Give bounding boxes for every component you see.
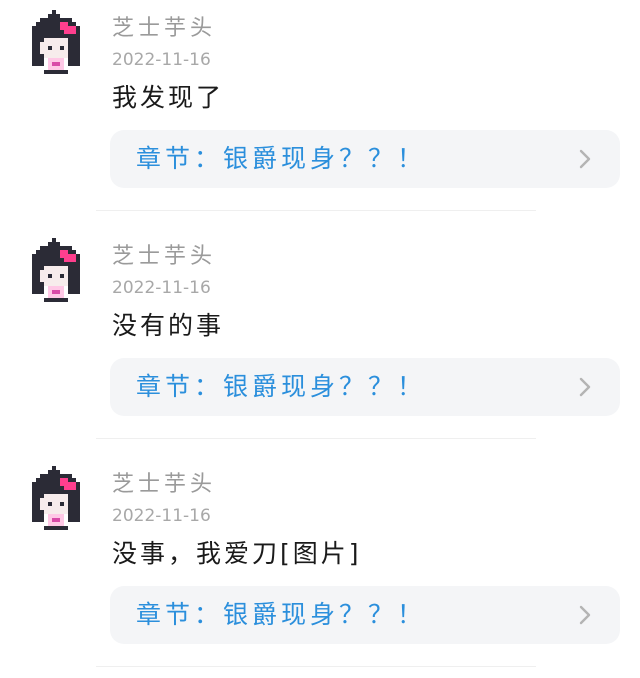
- divider: [96, 666, 536, 667]
- comment-entry: 芝士芋头 2022-11-16 没事，我爱刀[图片] 章节：银爵现身？？！: [0, 456, 640, 678]
- chapter-link-text: 章节：银爵现身？？！: [136, 600, 427, 629]
- comment-date: 2022-11-16: [112, 278, 211, 298]
- chapter-link-text: 章节：银爵现身？？！: [136, 372, 427, 401]
- chevron-right-icon: [574, 148, 596, 170]
- comment-entry: 芝士芋头 2022-11-16 没有的事 章节：银爵现身？？！: [0, 228, 640, 456]
- comment-message: 没事，我爱刀[图片]: [112, 539, 362, 568]
- username[interactable]: 芝士芋头: [112, 242, 216, 272]
- chapter-link-card[interactable]: 章节：银爵现身？？！: [110, 130, 620, 188]
- chapter-link-text: 章节：银爵现身？？！: [136, 144, 427, 173]
- comment-date: 2022-11-16: [112, 50, 211, 70]
- chevron-right-icon: [574, 376, 596, 398]
- username[interactable]: 芝士芋头: [112, 14, 216, 44]
- username[interactable]: 芝士芋头: [112, 470, 216, 500]
- comment-entry: 芝士芋头 2022-11-16 我发现了 章节：银爵现身？？！: [0, 0, 640, 228]
- chevron-right-icon: [574, 604, 596, 626]
- pixel-girl-avatar-icon[interactable]: [28, 238, 84, 302]
- comment-message: 我发现了: [112, 83, 225, 112]
- divider: [96, 210, 536, 211]
- pixel-girl-avatar-icon[interactable]: [28, 466, 84, 530]
- comment-message: 没有的事: [112, 311, 225, 340]
- chapter-link-card[interactable]: 章节：银爵现身？？！: [110, 358, 620, 416]
- chapter-link-card[interactable]: 章节：银爵现身？？！: [110, 586, 620, 644]
- divider: [96, 438, 536, 439]
- comment-date: 2022-11-16: [112, 506, 211, 526]
- pixel-girl-avatar-icon[interactable]: [28, 10, 84, 74]
- comment-list: 芝士芋头 2022-11-16 我发现了 章节：银爵现身？？！ 芝士芋头 202…: [0, 0, 640, 678]
